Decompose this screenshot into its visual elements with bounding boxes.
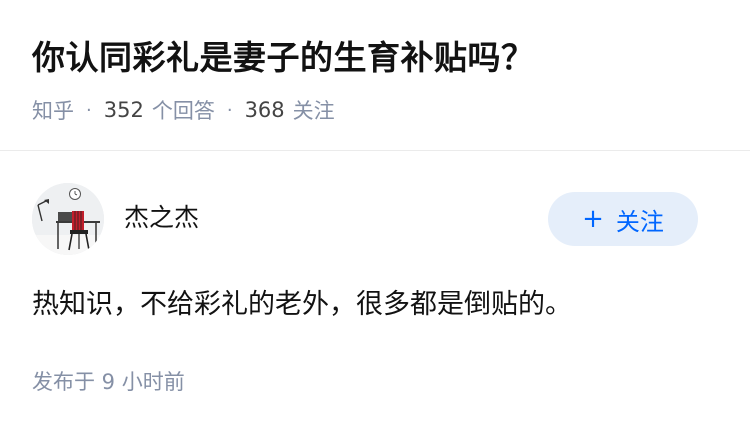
author-name[interactable]: 杰之杰	[124, 201, 199, 235]
answer-author-row: 杰之杰 + 关注	[32, 183, 718, 255]
answer-count: 352	[103, 98, 144, 122]
follower-count: 368	[244, 98, 285, 122]
avatar-desk-chair-icon	[32, 183, 104, 255]
answer-content[interactable]: 热知识，不给彩礼的老外，很多都是倒贴的。	[32, 284, 572, 326]
avatar[interactable]	[32, 183, 104, 255]
follow-button[interactable]: + 关注	[548, 192, 698, 246]
question-header: 你认同彩礼是妻子的生育补贴吗？ 知乎 · 352 个回答 · 368 关注	[0, 0, 750, 151]
follow-button-label: 关注	[615, 207, 664, 236]
follower-count-label[interactable]: 关注	[293, 95, 335, 125]
publish-time: 发布于 9 小时前	[32, 370, 185, 394]
answer-count-label[interactable]: 个回答	[152, 95, 215, 125]
question-title[interactable]: 你认同彩礼是妻子的生育补贴吗？	[32, 34, 535, 82]
plus-icon: +	[582, 204, 604, 234]
meta-separator: ·	[226, 99, 233, 121]
meta-separator: ·	[86, 99, 92, 121]
question-meta: 知乎 · 352 个回答 · 368 关注	[32, 94, 335, 126]
source-label[interactable]: 知乎	[32, 95, 74, 125]
